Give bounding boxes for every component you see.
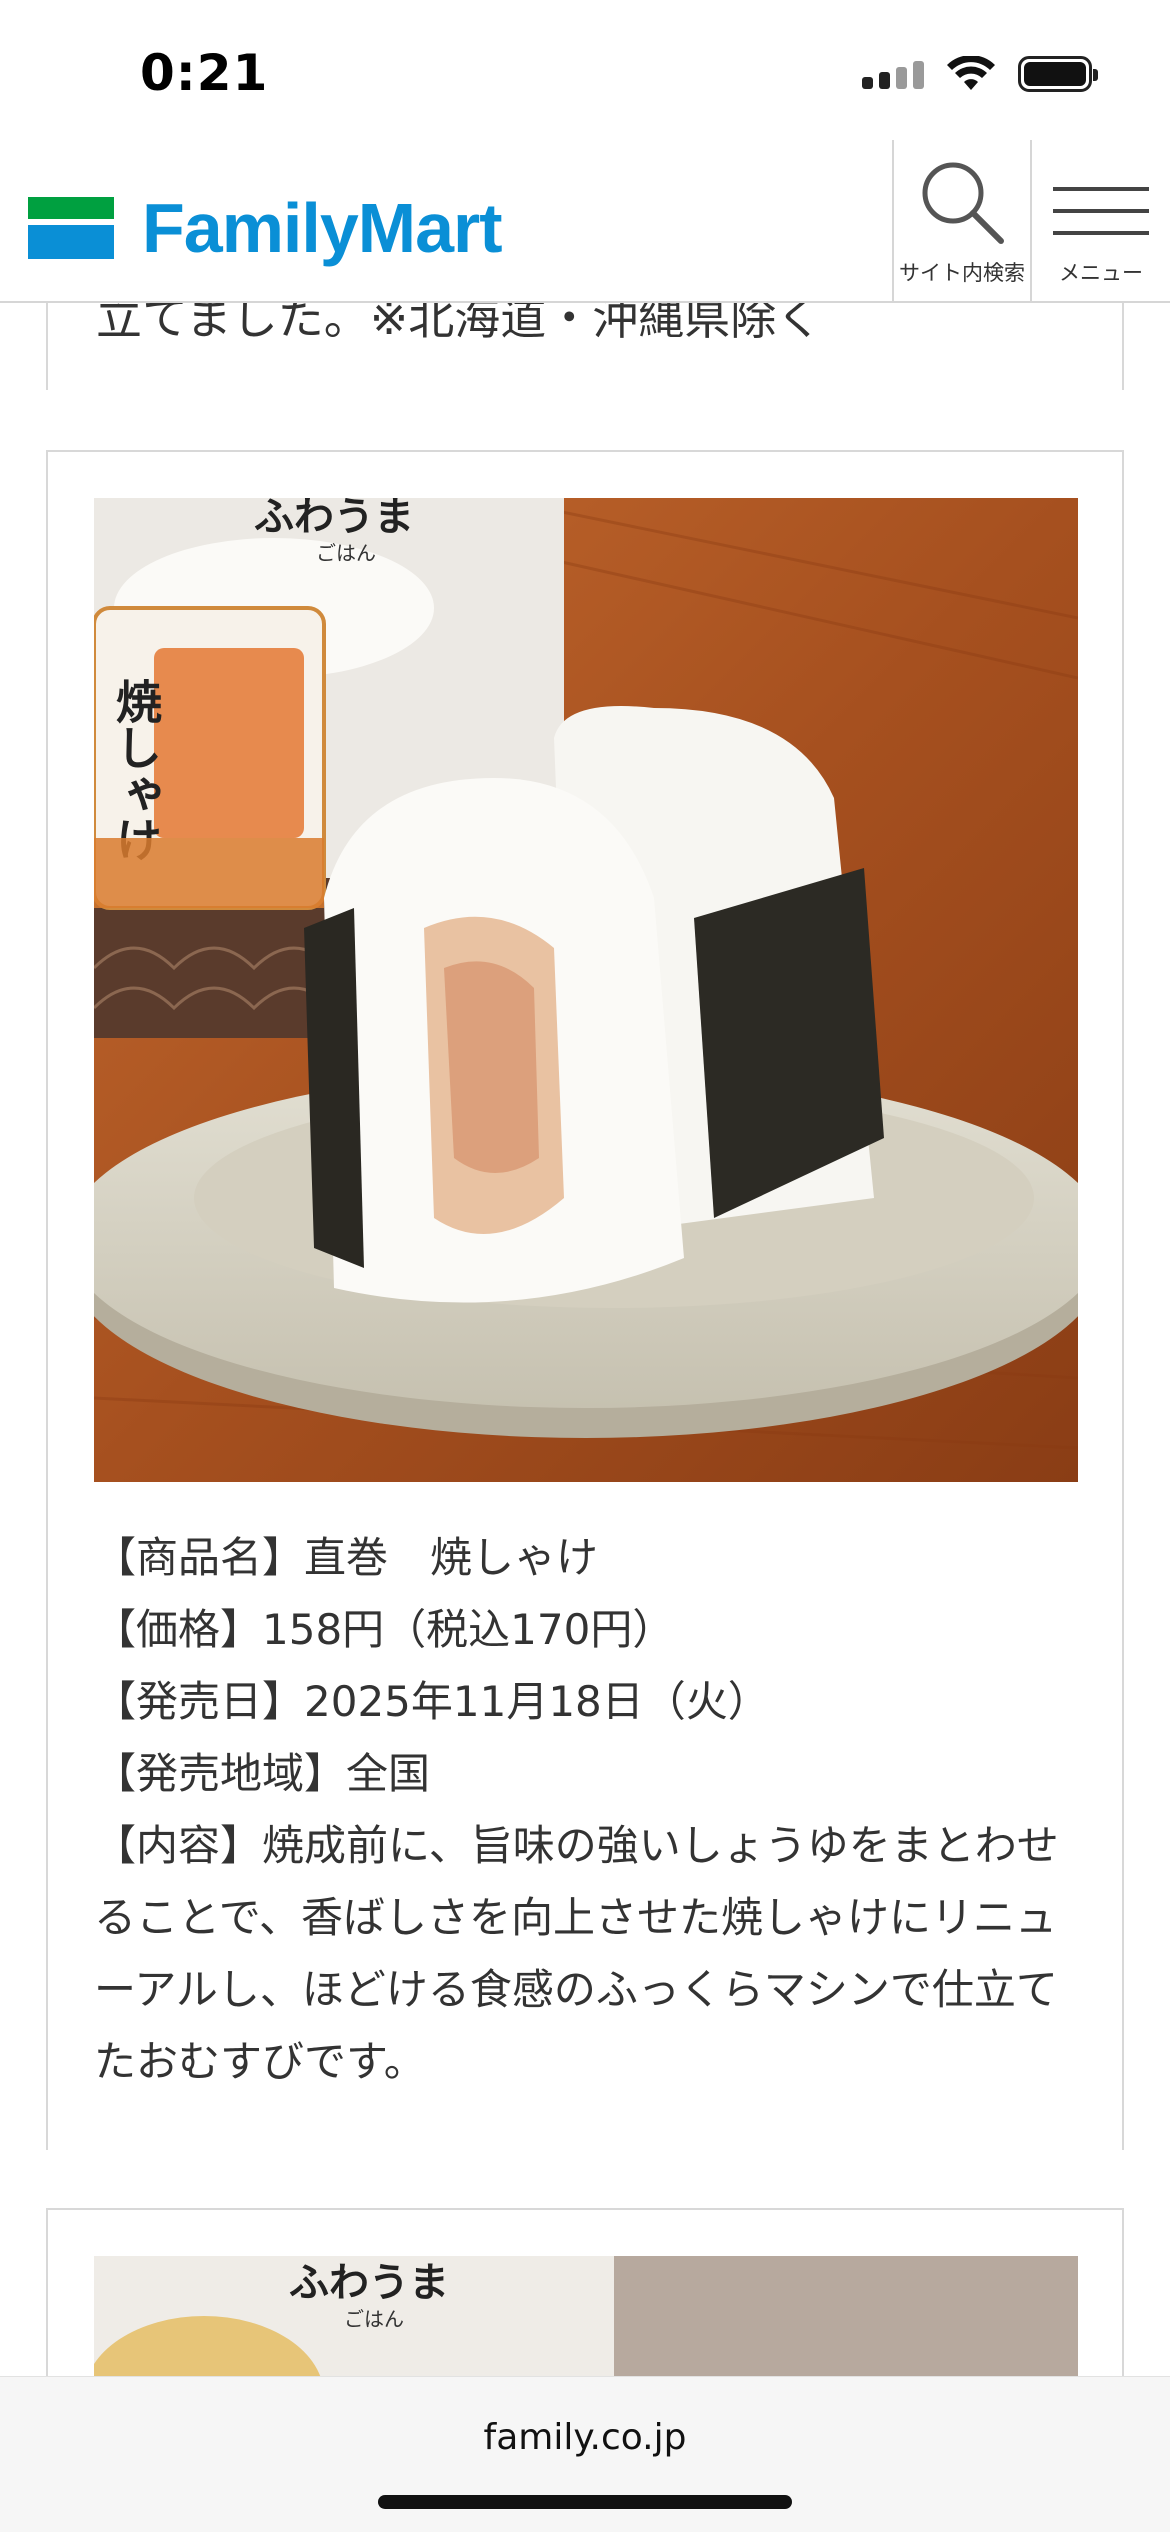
package-sub-text: ごはん: [316, 541, 376, 565]
wifi-icon: [947, 56, 995, 90]
browser-address-bar[interactable]: family.co.jp: [0, 2376, 1170, 2532]
search-icon: [922, 162, 1004, 244]
next-package-sub-text: ごはん: [344, 2307, 404, 2331]
product-description: 【内容】焼成前に、旨味の強いしょうゆをまとわせることで、香ばしさを向上させた焼し…: [94, 1821, 1059, 2086]
site-search-button[interactable]: サイト内検索: [892, 140, 1030, 303]
status-bar: 0:21: [0, 0, 1170, 140]
hamburger-menu-icon: [1053, 187, 1149, 235]
release-region: 【発売地域】全国: [94, 1749, 431, 1798]
logo-text: FamilyMart: [142, 189, 503, 267]
status-icons: [862, 56, 1098, 92]
product-photo: ふわうま ごはん 焼しゃけ: [94, 498, 1078, 1482]
menu-button[interactable]: メニュー: [1030, 140, 1170, 303]
site-header: FamilyMart サイト内検索 メニュー: [0, 140, 1170, 303]
release-date: 【発売日】2025年11月18日（火）: [94, 1677, 770, 1726]
next-package-brand-text: ふわうま: [289, 2259, 449, 2306]
product-card: ふわうま ごはん 焼しゃけ 【商品名】直巻 焼しゃけ 【価格】158円（税込17…: [46, 450, 1124, 2150]
previous-product-card: 立てました。※北海道・沖縄県除く: [46, 290, 1124, 390]
menu-label: メニュー: [1059, 261, 1143, 285]
logo-stripes-icon: [28, 197, 114, 259]
signal-icon: [862, 59, 924, 89]
url-text[interactable]: family.co.jp: [0, 2417, 1170, 2458]
product-price: 【価格】158円（税込170円）: [94, 1605, 675, 1654]
familymart-logo[interactable]: FamilyMart: [28, 188, 503, 268]
product-name: 【商品名】直巻 焼しゃけ: [94, 1533, 599, 1582]
home-indicator[interactable]: [378, 2495, 792, 2509]
search-label: サイト内検索: [899, 261, 1025, 285]
product-details: 【商品名】直巻 焼しゃけ 【価格】158円（税込170円） 【発売日】2025年…: [94, 1522, 1084, 2098]
package-title-text: 焼しゃけ: [109, 678, 163, 862]
package-brand-text: ふわうま: [254, 498, 414, 540]
battery-icon: [1018, 56, 1098, 92]
status-time: 0:21: [140, 44, 269, 102]
